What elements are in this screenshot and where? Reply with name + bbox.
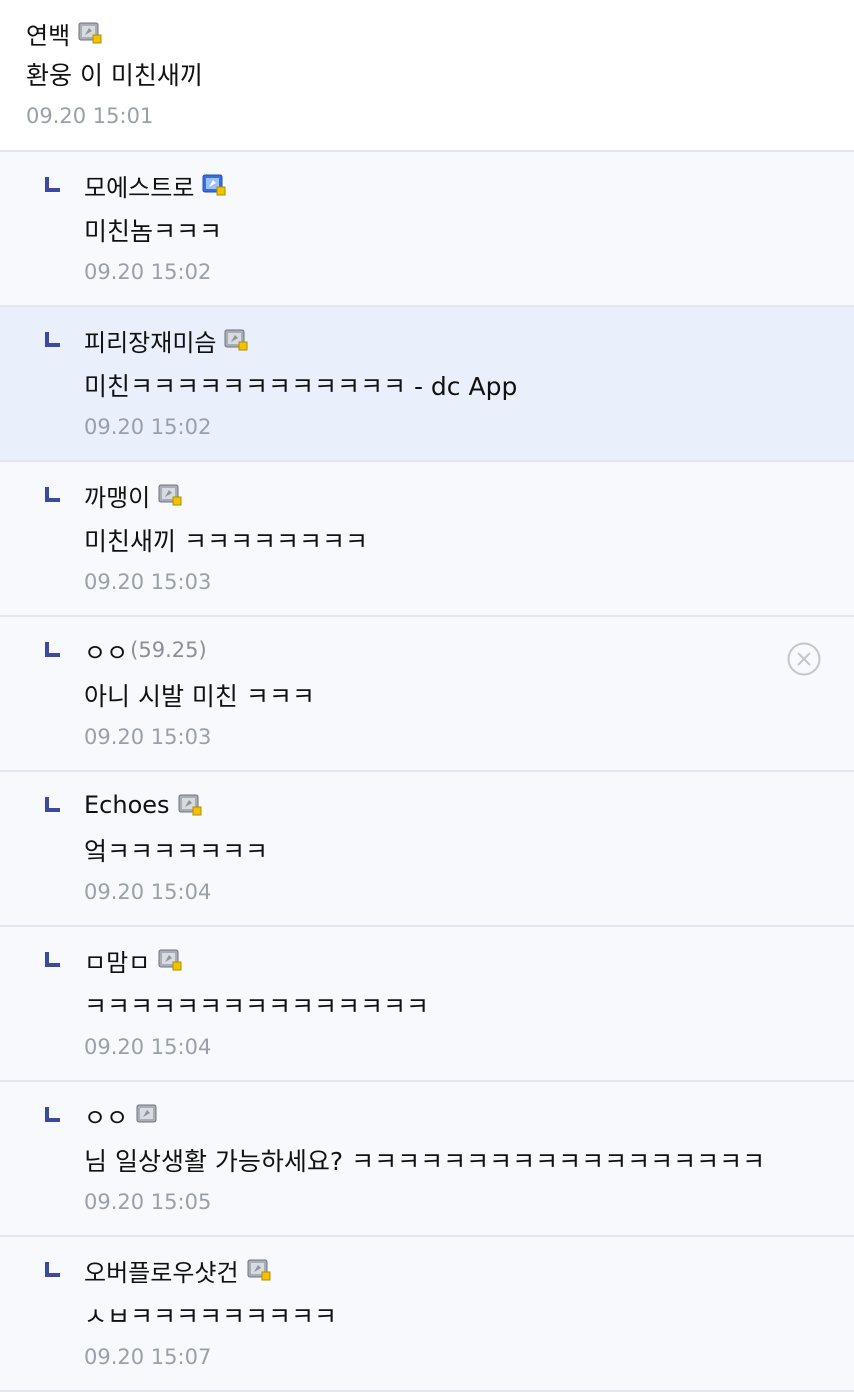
comment-timestamp: 09.20 15:01 bbox=[26, 104, 154, 128]
reply-item: ㅁ맘ㅁ ㅋㅋㅋㅋㅋㅋㅋㅋㅋㅋㅋㅋㅋㅋㅋ 09.20 15:04 bbox=[0, 927, 854, 1082]
half-nick-gray-badge-icon bbox=[136, 1104, 160, 1126]
fixed-nick-gray-badge-icon bbox=[247, 1259, 271, 1281]
reply-item: ㅇㅇ 님 일상생활 가능하세요? ㅋㅋㅋㅋㅋㅋㅋㅋㅋㅋㅋㅋㅋㅋㅋㅋㅋㅋ 09.2… bbox=[0, 1082, 854, 1237]
reply-corner-icon bbox=[45, 487, 60, 502]
reply-corner-icon bbox=[45, 1107, 60, 1122]
fixed-nick-gray-badge-icon bbox=[158, 949, 182, 971]
reply-corner-icon bbox=[45, 177, 60, 192]
reply-author: ㅇㅇ bbox=[84, 1096, 824, 1134]
nickname[interactable]: 오버플로우샷건 bbox=[84, 1253, 239, 1288]
reply-timestamp: 09.20 15:04 bbox=[84, 880, 212, 904]
nickname[interactable]: 피리장재미슴 bbox=[84, 323, 216, 358]
parent-comment: 연백 환웅 이 미친새끼 09.20 15:01 bbox=[0, 0, 854, 152]
reply-author: 피리장재미슴 bbox=[84, 321, 824, 359]
reply-author: ㅇㅇ (59.25) bbox=[84, 631, 824, 669]
reply-text: 아니 시발 미친 ㅋㅋㅋ bbox=[84, 682, 315, 711]
nickname[interactable]: Echoes bbox=[84, 791, 170, 819]
reply-corner-icon bbox=[45, 952, 60, 967]
nickname[interactable]: ㅇㅇ bbox=[84, 633, 128, 668]
reply-text: 미친ㅋㅋㅋㅋㅋㅋㅋㅋㅋㅋㅋㅋ - dc App bbox=[84, 372, 518, 401]
reply-item: 까맹이 미친새끼 ㅋㅋㅋㅋㅋㅋㅋㅋ 09.20 15:03 bbox=[0, 462, 854, 617]
reply-text: 님 일상생활 가능하세요? ㅋㅋㅋㅋㅋㅋㅋㅋㅋㅋㅋㅋㅋㅋㅋㅋㅋㅋ bbox=[84, 1147, 766, 1176]
comment-text: 환웅 이 미친새끼 bbox=[26, 61, 203, 90]
reply-timestamp: 09.20 15:03 bbox=[84, 725, 212, 749]
reply-timestamp: 09.20 15:02 bbox=[84, 260, 212, 284]
reply-author: Echoes bbox=[84, 786, 824, 824]
fixed-nick-gray-badge-icon bbox=[224, 329, 248, 351]
reply-item: Echoes 엌ㅋㅋㅋㅋㅋㅋㅋ 09.20 15:04 bbox=[0, 772, 854, 927]
reply-author: 까맹이 bbox=[84, 476, 824, 514]
reply-corner-icon bbox=[45, 642, 60, 657]
close-circle-icon[interactable] bbox=[786, 641, 822, 677]
reply-text: ㅋㅋㅋㅋㅋㅋㅋㅋㅋㅋㅋㅋㅋㅋㅋ bbox=[84, 992, 430, 1021]
reply-text: 엌ㅋㅋㅋㅋㅋㅋㅋ bbox=[84, 837, 269, 866]
reply-timestamp: 09.20 15:02 bbox=[84, 415, 212, 439]
fixed-nick-blue-badge-icon bbox=[202, 174, 226, 196]
reply-corner-icon bbox=[45, 332, 60, 347]
reply-item: ㅇㅇ (59.25) 아니 시발 미친 ㅋㅋㅋ 09.20 15:03 bbox=[0, 617, 854, 772]
reply-corner-icon bbox=[45, 1262, 60, 1277]
ip-address: (59.25) bbox=[130, 638, 207, 662]
gallery-member-badge-icon bbox=[78, 22, 102, 44]
nickname[interactable]: ㅇㅇ bbox=[84, 1098, 128, 1133]
reply-corner-icon bbox=[45, 797, 60, 812]
nickname[interactable]: 모에스트로 bbox=[84, 168, 194, 203]
nickname[interactable]: 까맹이 bbox=[84, 478, 150, 513]
comment-author: 연백 bbox=[26, 14, 828, 52]
nickname[interactable]: 연백 bbox=[26, 16, 70, 51]
reply-item: 모에스트로 미친놈ㅋㅋㅋ 09.20 15:02 bbox=[0, 152, 854, 307]
reply-timestamp: 09.20 15:07 bbox=[84, 1345, 212, 1369]
reply-timestamp: 09.20 15:04 bbox=[84, 1035, 212, 1059]
reply-author: ㅁ맘ㅁ bbox=[84, 941, 824, 979]
reply-author: 모에스트로 bbox=[84, 166, 824, 204]
reply-text: ㅅㅂㅋㅋㅋㅋㅋㅋㅋㅋㅋ bbox=[84, 1302, 338, 1331]
reply-text: 미친새끼 ㅋㅋㅋㅋㅋㅋㅋㅋ bbox=[84, 527, 368, 556]
nickname[interactable]: ㅁ맘ㅁ bbox=[84, 943, 150, 978]
reply-text: 미친놈ㅋㅋㅋ bbox=[84, 217, 223, 246]
reply-item: 피리장재미슴 미친ㅋㅋㅋㅋㅋㅋㅋㅋㅋㅋㅋㅋ - dc App 09.20 15:… bbox=[0, 307, 854, 462]
reply-timestamp: 09.20 15:03 bbox=[84, 570, 212, 594]
reply-timestamp: 09.20 15:05 bbox=[84, 1190, 212, 1214]
reply-item: 오버플로우샷건 ㅅㅂㅋㅋㅋㅋㅋㅋㅋㅋㅋ 09.20 15:07 bbox=[0, 1237, 854, 1392]
reply-author: 오버플로우샷건 bbox=[84, 1251, 824, 1289]
fixed-nick-gray-badge-icon bbox=[158, 484, 182, 506]
fixed-nick-gray-badge-icon bbox=[178, 794, 202, 816]
